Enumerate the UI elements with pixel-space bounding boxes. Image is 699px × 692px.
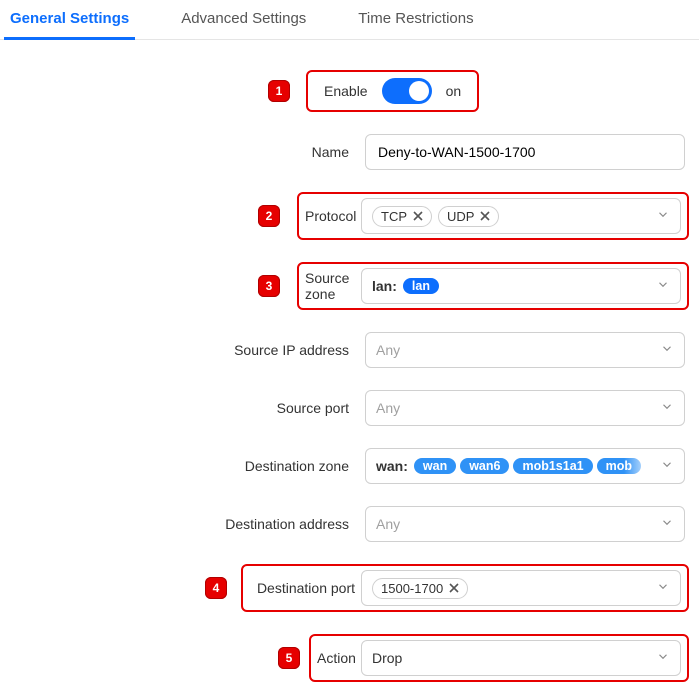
chevron-down-icon (660, 516, 674, 533)
dest-port-row: 4 Destination port 1500-1700 (10, 564, 689, 612)
marker-4: 4 (205, 577, 227, 599)
enable-row: 1 Enable on (10, 70, 689, 112)
source-port-placeholder: Any (376, 400, 400, 416)
marker-2: 2 (258, 205, 280, 227)
tag-label: UDP (447, 209, 474, 224)
tag-label: TCP (381, 209, 407, 224)
zone-value: lan: lan (372, 278, 439, 294)
marker-5: 5 (278, 647, 300, 669)
protocol-row: 2 Protocol TCP UDP (10, 192, 689, 240)
protocol-tag-udp[interactable]: UDP (438, 206, 499, 227)
tab-general[interactable]: General Settings (4, 0, 135, 39)
dest-port-tag[interactable]: 1500-1700 (372, 578, 468, 599)
dest-addr-label: Destination address (10, 516, 355, 532)
dest-addr-select[interactable]: Any (365, 506, 685, 542)
protocol-select[interactable]: TCP UDP (361, 198, 681, 234)
close-icon[interactable] (480, 211, 490, 221)
source-zone-row: 3 Source zone lan: lan (10, 262, 689, 310)
marker-3: 3 (258, 275, 280, 297)
zone-prefix: lan: (372, 278, 399, 294)
name-row: Name (10, 134, 689, 170)
dest-port-label: Destination port (249, 580, 361, 596)
dest-zone-label: Destination zone (10, 458, 355, 474)
zone-pill-wan6: wan6 (460, 458, 509, 474)
chevron-down-icon (656, 580, 670, 597)
tab-advanced[interactable]: Advanced Settings (175, 0, 312, 39)
overflow-fade (624, 450, 654, 482)
action-label: Action (317, 650, 361, 666)
source-ip-label: Source IP address (10, 342, 355, 358)
action-highlight: Action Drop (309, 634, 689, 682)
dest-zone-row: Destination zone wan: wan wan6 mob1s1a1 … (10, 448, 689, 484)
zone-pill-lan: lan (403, 278, 439, 294)
enable-highlight: Enable on (306, 70, 479, 112)
protocol-label: Protocol (305, 208, 361, 224)
zone-pill-mob1s1a1: mob1s1a1 (513, 458, 592, 474)
dest-zone-select[interactable]: wan: wan wan6 mob1s1a1 mob (365, 448, 685, 484)
name-input[interactable] (376, 143, 650, 161)
protocol-tag-tcp[interactable]: TCP (372, 206, 432, 227)
name-input-wrap[interactable] (365, 134, 685, 170)
chevron-down-icon (660, 342, 674, 359)
protocol-highlight: Protocol TCP UDP (297, 192, 689, 240)
enable-toggle[interactable] (382, 78, 432, 104)
source-port-select[interactable]: Any (365, 390, 685, 426)
close-icon[interactable] (449, 583, 459, 593)
chevron-down-icon (660, 458, 674, 475)
source-zone-select[interactable]: lan: lan (361, 268, 681, 304)
source-zone-highlight: Source zone lan: lan (297, 262, 689, 310)
chevron-down-icon (656, 208, 670, 225)
tab-time[interactable]: Time Restrictions (352, 0, 479, 39)
action-row: 5 Action Drop (10, 634, 689, 682)
zone-value: wan: wan wan6 mob1s1a1 mob (376, 458, 641, 474)
source-zone-label: Source zone (305, 270, 361, 302)
dest-addr-row: Destination address Any (10, 506, 689, 542)
general-settings-form: 1 Enable on Name 2 Protocol TCP (0, 40, 699, 692)
tag-label: 1500-1700 (381, 581, 443, 596)
chevron-down-icon (656, 650, 670, 667)
action-select[interactable]: Drop (361, 640, 681, 676)
name-label: Name (10, 144, 355, 160)
source-ip-select[interactable]: Any (365, 332, 685, 368)
enable-state-text: on (446, 83, 462, 99)
enable-label: Enable (324, 83, 368, 99)
source-port-label: Source port (10, 400, 355, 416)
zone-pill-wan: wan (414, 458, 456, 474)
close-icon[interactable] (413, 211, 423, 221)
action-value: Drop (372, 650, 402, 666)
toggle-knob (409, 81, 429, 101)
source-port-row: Source port Any (10, 390, 689, 426)
dest-addr-placeholder: Any (376, 516, 400, 532)
source-ip-row: Source IP address Any (10, 332, 689, 368)
chevron-down-icon (656, 278, 670, 295)
chevron-down-icon (660, 400, 674, 417)
settings-tabs: General Settings Advanced Settings Time … (0, 0, 699, 40)
marker-1: 1 (268, 80, 290, 102)
source-ip-placeholder: Any (376, 342, 400, 358)
dest-port-highlight: Destination port 1500-1700 (241, 564, 689, 612)
zone-prefix: wan: (376, 458, 410, 474)
dest-port-select[interactable]: 1500-1700 (361, 570, 681, 606)
